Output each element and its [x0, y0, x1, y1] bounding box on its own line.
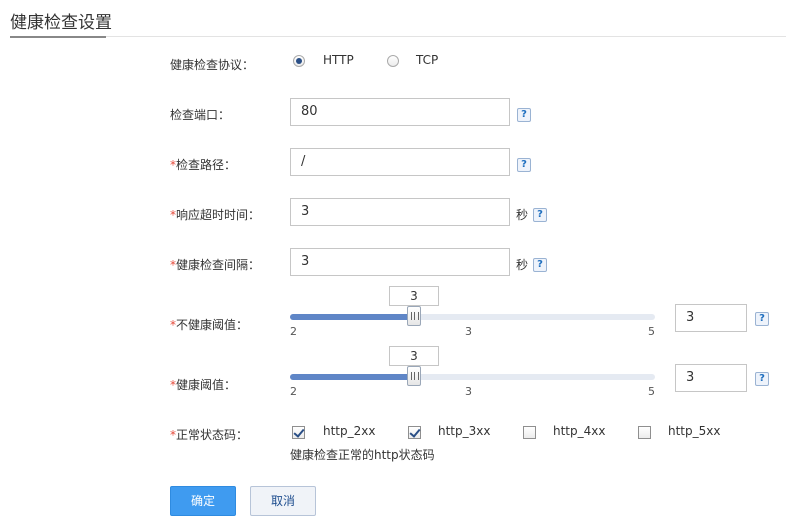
unhealthy-threshold-help-icon[interactable]: ?: [755, 312, 769, 326]
healthy-threshold-fill: [290, 374, 414, 380]
unhealthy-threshold-tooltip: 3: [389, 286, 439, 306]
unhealthy-threshold-fill: [290, 314, 414, 320]
title-underline: [10, 36, 106, 38]
unhealthy-threshold-mid: 3: [465, 325, 472, 338]
healthy-threshold-mid: 3: [465, 385, 472, 398]
port-help-icon[interactable]: ?: [517, 108, 531, 122]
radio-tcp-label[interactable]: TCP: [416, 53, 438, 67]
radio-http[interactable]: [293, 55, 305, 67]
status-codes-label: *正常状态码：: [170, 428, 249, 442]
cancel-button[interactable]: 取消: [250, 486, 316, 516]
interval-input[interactable]: 3: [290, 248, 510, 276]
status-codes-hint: 健康检查正常的http状态码: [290, 448, 435, 462]
timeout-label: *响应超时时间：: [170, 208, 261, 222]
healthy-threshold-slider[interactable]: 3: [290, 346, 655, 386]
radio-tcp[interactable]: [387, 55, 399, 67]
unhealthy-threshold-slider[interactable]: 3: [290, 286, 655, 326]
radio-http-label[interactable]: HTTP: [323, 53, 354, 67]
checkbox-http-5xx[interactable]: [638, 426, 651, 439]
checkbox-http-3xx[interactable]: [408, 426, 421, 439]
title-divider: [10, 36, 786, 37]
checkbox-http-4xx[interactable]: [523, 426, 536, 439]
checkbox-http-3xx-label[interactable]: http_3xx: [438, 424, 490, 438]
port-label: 检查端口：: [170, 108, 231, 122]
timeout-input[interactable]: 3: [290, 198, 510, 226]
healthy-threshold-min: 2: [290, 385, 297, 398]
interval-help-icon[interactable]: ?: [533, 258, 547, 272]
healthy-threshold-max: 5: [648, 385, 655, 398]
interval-label: *健康检查间隔：: [170, 258, 261, 272]
checkbox-http-4xx-label[interactable]: http_4xx: [553, 424, 605, 438]
checkbox-http-2xx[interactable]: [292, 426, 305, 439]
page-title: 健康检查设置: [10, 13, 112, 33]
healthy-threshold-label: *健康阈值：: [170, 378, 237, 392]
healthy-threshold-input[interactable]: 3: [675, 364, 747, 392]
unhealthy-threshold-max: 5: [648, 325, 655, 338]
path-label: *检查路径：: [170, 158, 237, 172]
healthy-threshold-tooltip: 3: [389, 346, 439, 366]
unhealthy-threshold-handle[interactable]: [407, 306, 421, 326]
unhealthy-threshold-input[interactable]: 3: [675, 304, 747, 332]
checkbox-http-5xx-label[interactable]: http_5xx: [668, 424, 720, 438]
path-input[interactable]: /: [290, 148, 510, 176]
healthy-threshold-help-icon[interactable]: ?: [755, 372, 769, 386]
checkbox-http-2xx-label[interactable]: http_2xx: [323, 424, 375, 438]
confirm-button[interactable]: 确定: [170, 486, 236, 516]
timeout-help-icon[interactable]: ?: [533, 208, 547, 222]
unhealthy-threshold-min: 2: [290, 325, 297, 338]
healthy-threshold-handle[interactable]: [407, 366, 421, 386]
path-help-icon[interactable]: ?: [517, 158, 531, 172]
port-input[interactable]: 80: [290, 98, 510, 126]
protocol-label: 健康检查协议：: [170, 58, 255, 72]
unhealthy-threshold-label: *不健康阈值：: [170, 318, 249, 332]
interval-unit: 秒: [516, 258, 529, 272]
timeout-unit: 秒: [516, 208, 529, 222]
